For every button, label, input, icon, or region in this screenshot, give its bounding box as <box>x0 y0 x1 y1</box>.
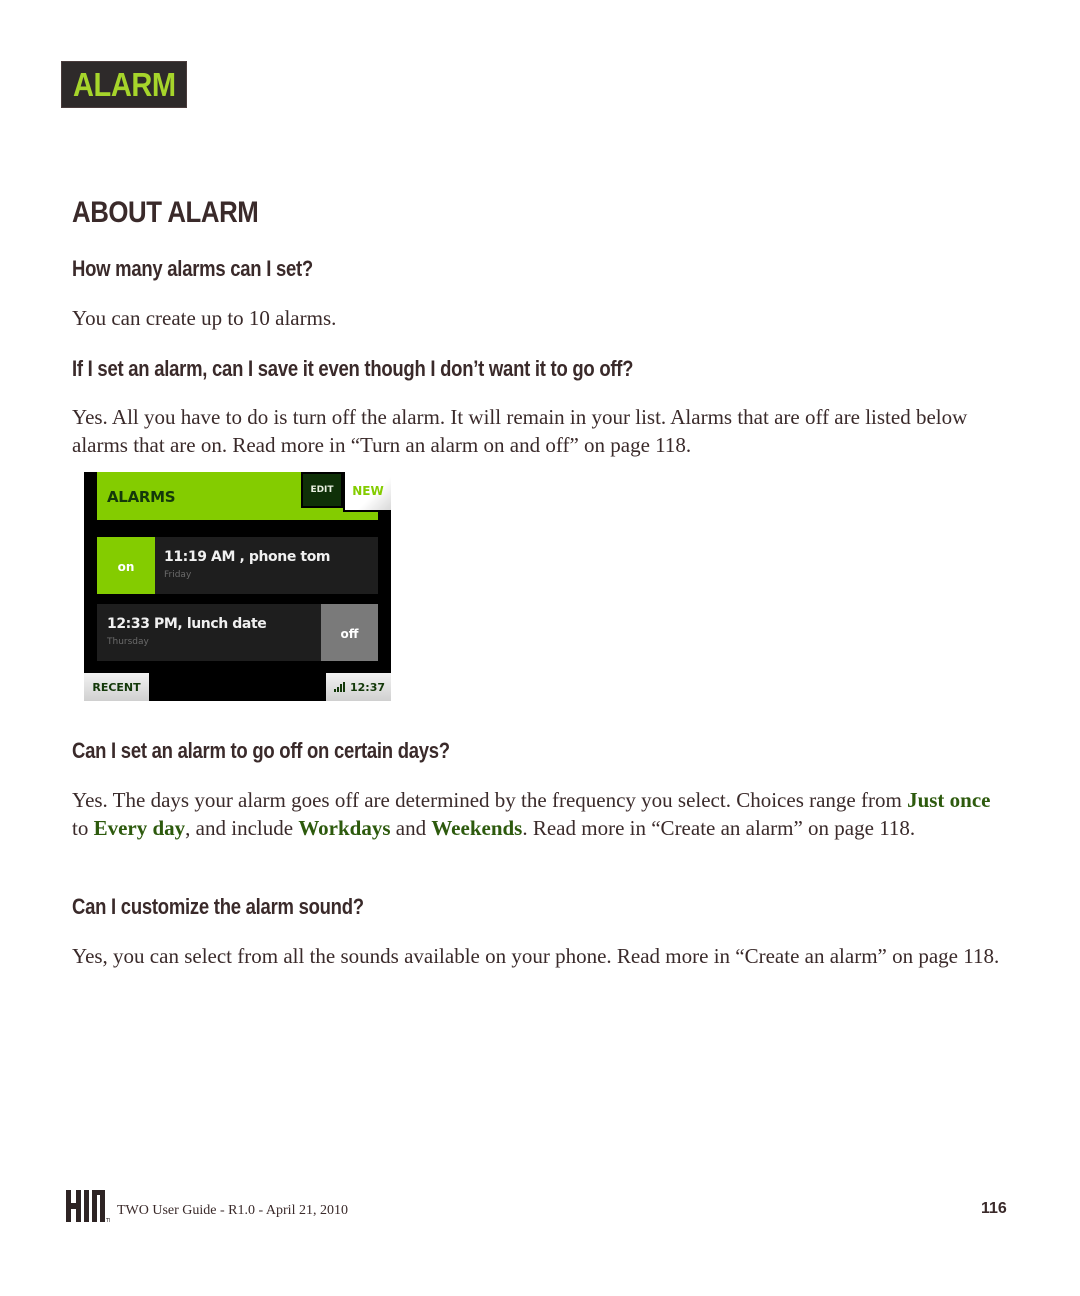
chapter-tab: ALARM <box>61 61 187 108</box>
option-weekends: Weekends <box>431 816 523 840</box>
answer-text: to <box>72 816 94 840</box>
status-indicator: 12:37 <box>326 673 391 701</box>
answer-text: . Read more in “Create an alarm” on page… <box>522 816 916 840</box>
alarm-row[interactable]: 12:33 PM, lunch date Thursday off <box>97 604 378 661</box>
option-just-once: Just once <box>907 788 991 812</box>
alarm-row[interactable]: on 11:19 AM , phone tom Friday <box>97 537 378 594</box>
kin-logo-icon: TM <box>66 1190 113 1224</box>
answer-text: , and include <box>185 816 299 840</box>
option-workdays: Workdays <box>298 816 391 840</box>
alarm-time-label: 11:19 AM , phone tom <box>164 549 331 565</box>
faq-answer-1: You can create up to 10 alarms. <box>72 306 337 330</box>
alarm-time-label: 12:33 PM, lunch date <box>107 616 267 632</box>
faq-answer-3: Yes. The days your alarm goes off are de… <box>72 786 1012 842</box>
alarm-day-label: Friday <box>164 570 192 580</box>
edit-button[interactable]: EDIT <box>301 472 343 508</box>
faq-question-1: How many alarms can I set? <box>72 256 313 281</box>
faq-answer-2: Yes. All you have to do is turn off the … <box>72 405 968 457</box>
faq-question-4: Can I customize the alarm sound? <box>72 894 364 919</box>
alarm-day-label: Thursday <box>107 637 149 647</box>
status-clock: 12:37 <box>349 681 385 694</box>
recent-button[interactable]: RECENT <box>84 673 149 701</box>
faq-question-2: If I set an alarm, can I save it even th… <box>72 356 634 381</box>
faq-answer-4: Yes, you can select from all the sounds … <box>72 944 1000 968</box>
answer-text: and <box>390 816 432 840</box>
option-every-day: Every day <box>93 816 186 840</box>
section-title: ABOUT ALARM <box>72 196 259 229</box>
chapter-tab-label: ALARM <box>72 65 176 103</box>
svg-text:TM: TM <box>105 1218 110 1222</box>
footer-doc-info: TWO User Guide - R1.0 - April 21, 2010 <box>117 1203 348 1218</box>
alarm-toggle-off[interactable]: off <box>321 604 378 661</box>
new-alarm-button[interactable]: NEW <box>343 472 391 512</box>
alarms-header: ALARMS EDIT NEW <box>97 472 391 520</box>
answer-text: Yes. The days your alarm goes off are de… <box>72 788 908 812</box>
signal-bars-icon <box>333 682 345 692</box>
alarm-toggle-on[interactable]: on <box>97 537 155 594</box>
alarms-title: ALARMS <box>107 488 176 506</box>
alarm-app-screenshot: ALARMS EDIT NEW on 11:19 AM , phone tom … <box>84 472 391 701</box>
page-number: 116 <box>981 1200 1007 1217</box>
faq-question-3: Can I set an alarm to go off on certain … <box>72 738 450 763</box>
